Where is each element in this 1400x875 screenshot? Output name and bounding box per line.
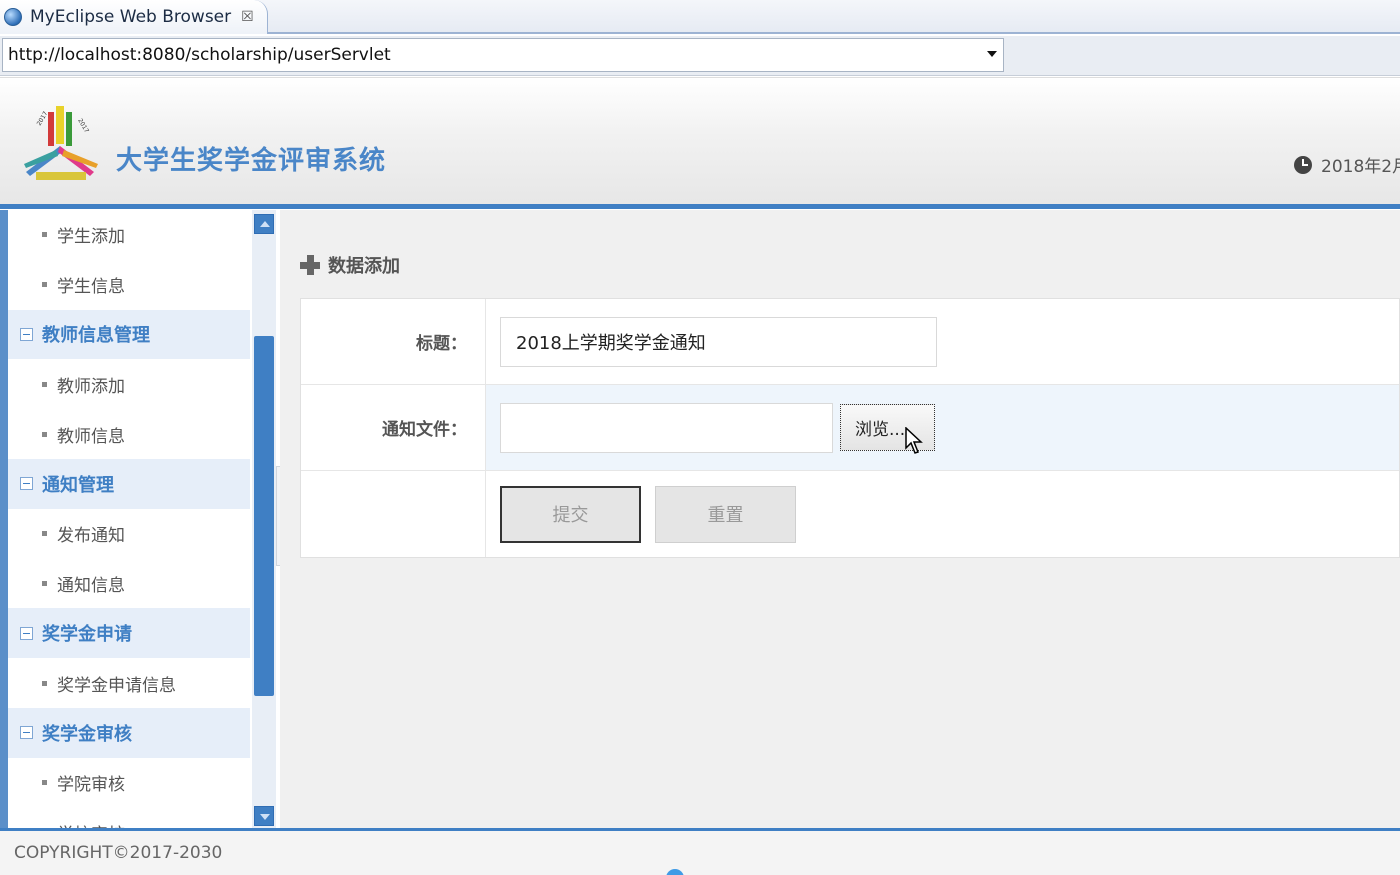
sidebar-item[interactable]: 通知信息 — [8, 558, 250, 609]
footer-indicator — [666, 869, 684, 875]
tab-title: MyEclipse Web Browser — [30, 7, 232, 27]
title-value-cell — [486, 299, 1399, 384]
sidebar: 学生添加学生信息教师信息管理教师添加教师信息通知管理发布通知通知信息奖学金申请奖… — [0, 210, 276, 828]
system-title: 大学生奖学金评审系统 — [116, 146, 387, 176]
section-title-text: 数据添加 — [328, 256, 400, 277]
section-title: 数据添加 — [300, 252, 400, 278]
sidebar-group[interactable]: 奖学金审核 — [8, 707, 250, 758]
copyright-text: COPYRIGHT©2017-2030 — [14, 843, 223, 863]
sidebar-label: 教师信息 — [57, 426, 125, 447]
browse-label: 浏览... — [855, 420, 906, 440]
reset-button[interactable]: 重置 — [655, 485, 796, 543]
collapse-icon[interactable] — [20, 626, 33, 640]
sidebar-label: 奖学金申请 — [42, 624, 132, 646]
sidebar-item[interactable]: 奖学金申请信息 — [8, 658, 250, 708]
close-icon[interactable]: ☒ — [241, 9, 254, 25]
bullet-icon — [42, 780, 47, 786]
file-label: 通知文件： — [301, 385, 486, 470]
logo: 2017 2017 — [24, 106, 98, 180]
form-row-file: 通知文件： 浏览... — [301, 385, 1399, 471]
sidebar-label: 通知信息 — [57, 575, 125, 596]
collapse-icon[interactable] — [20, 327, 33, 341]
app-header: 2017 2017 大学生奖学金评审系统 2018年2月 — [0, 77, 1400, 209]
sidebar-label: 奖学金申请信息 — [57, 675, 176, 696]
sidebar-group[interactable]: 教师信息管理 — [8, 309, 250, 360]
collapse-icon[interactable] — [20, 726, 33, 740]
url-input[interactable]: http://localhost:8080/scholarship/userSe… — [2, 38, 1004, 72]
browser-tab[interactable]: MyEclipse Web Browser ☒ — [0, 0, 268, 34]
bullet-icon — [42, 282, 47, 288]
sidebar-menu: 学生添加学生信息教师信息管理教师添加教师信息通知管理发布通知通知信息奖学金申请奖… — [8, 210, 250, 828]
sidebar-item[interactable]: 发布通知 — [8, 508, 250, 559]
date-display: 2018年2月 — [1294, 152, 1400, 177]
scroll-down-button[interactable] — [254, 806, 274, 826]
sidebar-item[interactable]: 学院审核 — [8, 757, 250, 808]
browser-tab-bar: MyEclipse Web Browser ☒ — [0, 0, 1400, 34]
sidebar-item[interactable]: 学生信息 — [8, 259, 250, 310]
footer: COPYRIGHT©2017-2030 — [0, 828, 1400, 875]
sidebar-scrollbar[interactable] — [252, 210, 276, 828]
sidebar-item[interactable]: 教师信息 — [8, 409, 250, 459]
url-text: http://localhost:8080/scholarship/userSe… — [8, 45, 391, 65]
bullet-icon — [42, 580, 47, 586]
svg-text:2017: 2017 — [76, 118, 90, 135]
form-row-title: 标题： — [301, 299, 1399, 385]
date-text: 2018年2月 — [1321, 157, 1400, 177]
actions-label-cell — [301, 471, 486, 557]
main-content: 数据添加 标题： 通知文件： 浏览... 提交 — [280, 210, 1400, 828]
sidebar-item[interactable]: 教师添加 — [8, 359, 250, 410]
file-value-cell: 浏览... — [486, 385, 1399, 470]
sidebar-label: 教师添加 — [57, 376, 125, 397]
bullet-icon — [42, 431, 47, 437]
header-divider — [0, 204, 1400, 209]
sidebar-label: 发布通知 — [57, 526, 125, 547]
file-path-field[interactable] — [500, 402, 833, 453]
sidebar-label: 奖学金审核 — [42, 723, 132, 745]
title-label: 标题： — [301, 299, 486, 384]
clock-icon — [1294, 155, 1312, 174]
sidebar-label: 学生信息 — [57, 277, 125, 298]
scroll-thumb[interactable] — [254, 336, 274, 696]
address-bar-area: http://localhost:8080/scholarship/userSe… — [0, 36, 1400, 76]
sidebar-item[interactable]: 学校审核 — [8, 807, 250, 828]
chevron-down-icon[interactable] — [987, 51, 997, 57]
mouse-cursor-icon — [905, 427, 923, 454]
sidebar-label: 教师信息管理 — [42, 325, 150, 347]
sidebar-label: 通知管理 — [42, 474, 114, 496]
sidebar-label: 学校审核 — [57, 820, 125, 828]
data-add-form: 标题： 通知文件： 浏览... 提交 重置 — [300, 298, 1400, 558]
submit-button[interactable]: 提交 — [500, 485, 641, 543]
sidebar-label: 学生添加 — [57, 227, 125, 248]
svg-text:2017: 2017 — [36, 110, 50, 127]
sidebar-group[interactable]: 奖学金申请 — [8, 608, 250, 659]
sidebar-group[interactable]: 通知管理 — [8, 458, 250, 509]
bullet-icon — [42, 531, 47, 537]
collapse-icon[interactable] — [20, 477, 33, 491]
sidebar-label: 学院审核 — [57, 775, 125, 796]
title-input[interactable] — [500, 316, 937, 367]
bullet-icon — [42, 680, 47, 686]
actions-value-cell: 提交 重置 — [486, 471, 1399, 557]
browse-button[interactable]: 浏览... — [840, 404, 935, 454]
bullet-icon — [42, 232, 47, 238]
scroll-up-button[interactable] — [254, 214, 274, 234]
plus-icon — [300, 255, 320, 275]
sidebar-item[interactable]: 学生添加 — [8, 210, 250, 260]
form-row-actions: 提交 重置 — [301, 471, 1399, 557]
bullet-icon — [42, 381, 47, 387]
globe-icon — [4, 8, 22, 26]
